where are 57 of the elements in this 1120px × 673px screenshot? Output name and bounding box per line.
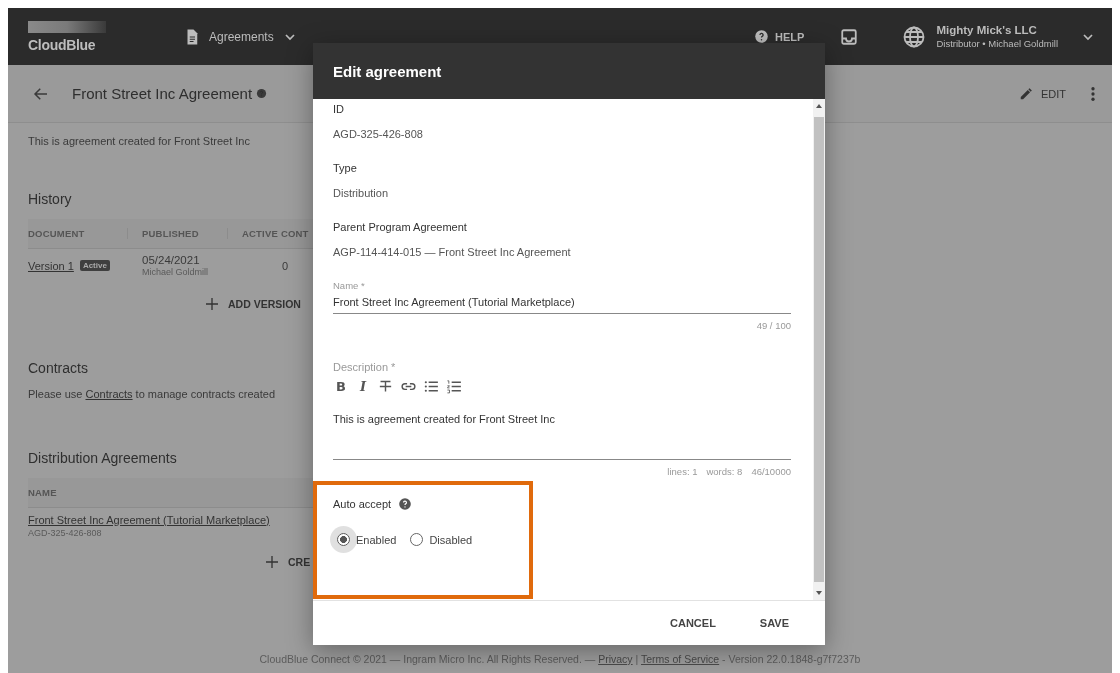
contracts-link[interactable]: Contracts bbox=[85, 388, 133, 400]
inbox-icon[interactable] bbox=[840, 27, 859, 46]
account-role: Distributor • Michael Goldmill bbox=[936, 38, 1058, 49]
field-label: Type bbox=[333, 162, 358, 174]
create-button[interactable]: CRE bbox=[264, 554, 311, 570]
bullet-list-icon[interactable] bbox=[423, 378, 440, 395]
version-link[interactable]: Version 1 bbox=[28, 259, 74, 272]
scrollbar[interactable] bbox=[813, 99, 825, 600]
status-badge: Active bbox=[79, 260, 110, 271]
pencil-icon bbox=[1018, 86, 1033, 101]
numbered-list-icon[interactable] bbox=[446, 378, 463, 395]
cancel-button[interactable]: CANCEL bbox=[670, 617, 716, 629]
section-heading: Contracts bbox=[28, 360, 88, 376]
column-header: PUBLISHED bbox=[128, 228, 228, 239]
table-cell: 0 bbox=[281, 259, 289, 272]
italic-button[interactable]: I bbox=[355, 379, 371, 394]
bold-button[interactable]: B bbox=[333, 379, 349, 394]
dialog-title: Edit agreement bbox=[313, 43, 825, 99]
editor-stat: 46/10000 bbox=[751, 466, 791, 477]
description-editor[interactable]: Description * B I This is agreement created for Front Street Inc bbox=[333, 361, 791, 460]
table-cell-text: AGD-325-426-808 bbox=[28, 528, 103, 538]
agreement-link[interactable]: Front Street Inc Agreement (Tutorial Marketplace) bbox=[28, 514, 270, 526]
radio-button[interactable] bbox=[410, 533, 424, 546]
account-name: Mighty Mick's LLC bbox=[936, 24, 1038, 36]
page-title: Front Street Inc Agreement bbox=[72, 85, 253, 102]
character-counter: 49 / 100 bbox=[755, 320, 791, 331]
column-header: NAME bbox=[28, 487, 57, 498]
add-version-button[interactable]: ADD VERSION bbox=[204, 296, 301, 312]
radio-button[interactable] bbox=[337, 533, 350, 546]
radio-option[interactable]: Enabled bbox=[337, 533, 397, 546]
editor-stat: lines: 1 bbox=[667, 466, 698, 477]
field-value: AGD-325-426-808 bbox=[333, 128, 424, 140]
section-heading: History bbox=[28, 191, 72, 207]
field-label: ID bbox=[333, 103, 345, 115]
edit-button[interactable]: EDIT bbox=[1018, 86, 1066, 101]
plus-icon bbox=[204, 296, 220, 312]
table-cell: 05/24/2021 bbox=[142, 254, 200, 266]
globe-icon bbox=[902, 24, 927, 49]
section-heading: Distribution Agreements bbox=[28, 450, 177, 466]
plus-icon bbox=[264, 554, 280, 570]
save-button[interactable]: SAVE bbox=[759, 617, 789, 629]
footer-text: CloudBlue Connect © 2021 — Ingram Micro Inc. All Rights Reserved. — Privacy | Terms of Service - Version 22.0.1848-g7f7237b bbox=[258, 653, 862, 665]
name-field[interactable]: Name * Front Street Inc Agreement (Tutorial Marketplace) bbox=[333, 280, 791, 314]
editor-stat: words: 8 bbox=[706, 466, 743, 477]
description-text: This is agreement created for Front Street Inc bbox=[28, 135, 250, 147]
column-header: DOCUMENT bbox=[28, 228, 128, 239]
section-menu[interactable]: Agreements bbox=[183, 27, 298, 46]
field-value: Distribution bbox=[333, 187, 390, 199]
radio-option[interactable]: Disabled bbox=[410, 533, 473, 546]
account-menu[interactable]: Mighty Mick's LLC Distributor • Michael Goldmill bbox=[902, 24, 1096, 49]
contracts-text: Please use Contracts to manage contracts created bbox=[28, 388, 276, 400]
field-value: AGP-114-414-015 — Front Street Inc Agreement bbox=[333, 246, 572, 258]
field-label: Parent Program Agreement bbox=[333, 221, 468, 233]
help-button[interactable]: HELP bbox=[754, 29, 805, 44]
table-cell: Michael Goldmill bbox=[142, 267, 209, 277]
field-label: Auto accept bbox=[333, 498, 392, 510]
logo-text: CloudBlue bbox=[28, 36, 97, 53]
